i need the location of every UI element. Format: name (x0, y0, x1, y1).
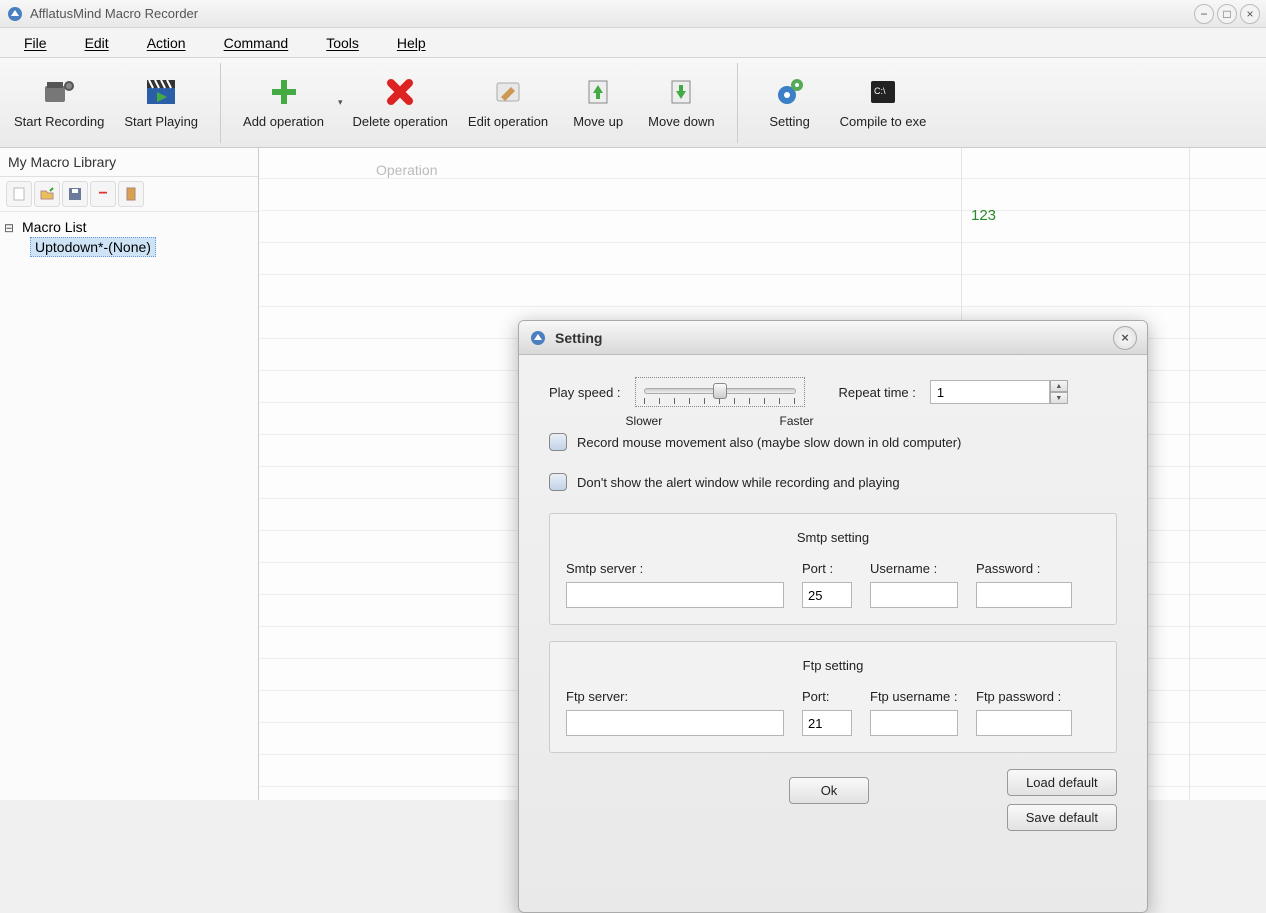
sidebar-header: My Macro Library (0, 148, 258, 177)
ftp-server-input[interactable] (566, 710, 784, 736)
arrow-down-icon (665, 76, 697, 108)
open-folder-icon[interactable] (34, 181, 60, 207)
save-default-button[interactable]: Save default (1007, 804, 1117, 831)
clapboard-icon (145, 76, 177, 108)
remove-icon[interactable]: − (90, 181, 116, 207)
delete-operation-button[interactable]: Delete operation (343, 63, 458, 143)
ftp-server-label: Ftp server: (566, 689, 784, 704)
tree-root[interactable]: Macro List (18, 218, 91, 236)
tree-collapse-icon[interactable]: ⊟ (4, 221, 18, 235)
window-title: AfflatusMind Macro Recorder (30, 6, 1194, 21)
edit-operation-button[interactable]: Edit operation (458, 63, 558, 143)
spinner-down-icon[interactable]: ▼ (1050, 392, 1068, 404)
window-titlebar: AfflatusMind Macro Recorder − □ × (0, 0, 1266, 28)
smtp-server-label: Smtp server : (566, 561, 784, 576)
plus-icon (268, 76, 300, 108)
sidebar-toolbar: − (0, 177, 258, 212)
repeat-time-label: Repeat time : (839, 385, 916, 400)
minimize-button[interactable]: − (1194, 4, 1214, 24)
cell-value: 123 (971, 207, 996, 224)
menu-action[interactable]: Action (131, 32, 202, 54)
smtp-pass-label: Password : (976, 561, 1072, 576)
main-area: Operation 123 Setting × Play speed : Slo… (259, 148, 1266, 800)
smtp-pass-input[interactable] (976, 582, 1072, 608)
ftp-pass-label: Ftp password : (976, 689, 1072, 704)
repeat-time-input[interactable] (930, 380, 1050, 404)
start-playing-button[interactable]: Start Playing (114, 63, 208, 143)
menu-command[interactable]: Command (208, 32, 305, 54)
edit-icon (492, 76, 524, 108)
menubar: File Edit Action Command Tools Help (0, 28, 1266, 58)
add-operation-button[interactable]: Add operation (233, 63, 334, 143)
suppress-alert-label: Don't show the alert window while record… (577, 475, 900, 490)
setting-dialog: Setting × Play speed : Slower Faster Rep… (518, 320, 1148, 913)
tree-item-uptodown[interactable]: Uptodown*-(None) (30, 237, 156, 257)
ftp-pass-input[interactable] (976, 710, 1072, 736)
dialog-title: Setting (555, 330, 1113, 346)
ftp-port-input[interactable] (802, 710, 852, 736)
menu-file[interactable]: File (8, 32, 63, 54)
ftp-user-input[interactable] (870, 710, 958, 736)
delete-icon (384, 76, 416, 108)
camera-icon (43, 76, 75, 108)
menu-tools[interactable]: Tools (310, 32, 375, 54)
move-up-button[interactable]: Move up (558, 63, 638, 143)
menu-help[interactable]: Help (381, 32, 442, 54)
play-speed-label: Play speed : (549, 385, 621, 400)
suppress-alert-checkbox[interactable] (549, 473, 567, 491)
smtp-server-input[interactable] (566, 582, 784, 608)
smtp-port-label: Port : (802, 561, 852, 576)
smtp-title: Smtp setting (566, 530, 1100, 545)
smtp-user-label: Username : (870, 561, 958, 576)
move-down-button[interactable]: Move down (638, 63, 724, 143)
new-file-icon[interactable] (6, 181, 32, 207)
smtp-user-input[interactable] (870, 582, 958, 608)
slider-thumb[interactable] (713, 383, 727, 399)
faster-label: Faster (780, 414, 814, 428)
gear-icon (774, 76, 806, 108)
ftp-port-label: Port: (802, 689, 852, 704)
svg-text:C:\: C:\ (874, 86, 886, 96)
sidebar: My Macro Library − ⊟ Macro List Uptodown… (0, 148, 259, 800)
record-mouse-checkbox[interactable] (549, 433, 567, 451)
toolbar: Start Recording Start Playing Add operat… (0, 58, 1266, 148)
maximize-button[interactable]: □ (1217, 4, 1237, 24)
paste-icon[interactable] (118, 181, 144, 207)
dialog-titlebar[interactable]: Setting × (519, 321, 1147, 355)
load-default-button[interactable]: Load default (1007, 769, 1117, 796)
record-mouse-label: Record mouse movement also (maybe slow d… (577, 435, 961, 450)
macro-tree: ⊟ Macro List Uptodown*-(None) (0, 212, 258, 261)
setting-button[interactable]: Setting (750, 63, 830, 143)
ftp-title: Ftp setting (566, 658, 1100, 673)
compile-button[interactable]: C:\ Compile to exe (830, 63, 937, 143)
exe-icon: C:\ (867, 76, 899, 108)
ftp-fieldset: Ftp setting Ftp server: Port: Ftp userna… (549, 641, 1117, 753)
dialog-icon (529, 329, 547, 347)
smtp-port-input[interactable] (802, 582, 852, 608)
spinner-up-icon[interactable]: ▲ (1050, 380, 1068, 392)
ftp-user-label: Ftp username : (870, 689, 958, 704)
arrow-up-icon (582, 76, 614, 108)
dialog-close-button[interactable]: × (1113, 326, 1137, 350)
menu-edit[interactable]: Edit (69, 32, 125, 54)
save-icon[interactable] (62, 181, 88, 207)
play-speed-slider[interactable]: Slower Faster (635, 377, 805, 407)
start-recording-button[interactable]: Start Recording (4, 63, 114, 143)
app-icon (6, 5, 24, 23)
slower-label: Slower (626, 414, 663, 428)
close-button[interactable]: × (1240, 4, 1260, 24)
smtp-fieldset: Smtp setting Smtp server : Port : Userna… (549, 513, 1117, 625)
